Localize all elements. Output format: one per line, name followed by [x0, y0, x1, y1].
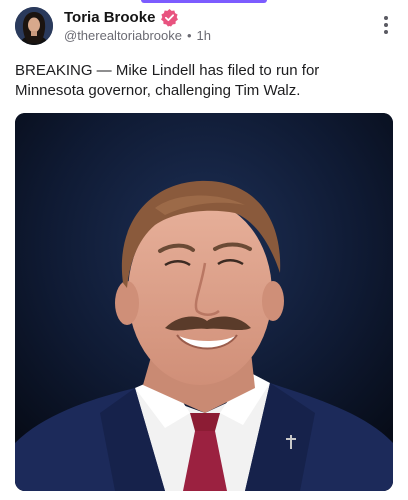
more-vertical-icon-dot: [384, 23, 388, 27]
post-image[interactable]: [15, 113, 393, 491]
author-avatar[interactable]: [15, 7, 53, 45]
author-name[interactable]: Toria Brooke: [64, 9, 155, 26]
post-text: BREAKING — Mike Lindell has filed to run…: [15, 62, 320, 99]
post-timestamp[interactable]: 1h: [197, 28, 211, 43]
verified-badge-icon: [160, 8, 179, 27]
post-header: Toria Brooke @therealtoriabrooke • 1h: [15, 7, 393, 47]
social-post: Toria Brooke @therealtoriabrooke • 1h BREA…: [0, 0, 408, 500]
author-handle[interactable]: @therealtoriabrooke: [64, 28, 182, 43]
more-vertical-icon: [384, 16, 388, 20]
more-options-button[interactable]: [379, 16, 393, 36]
post-meta: @therealtoriabrooke • 1h: [64, 28, 211, 43]
more-vertical-icon-dot: [384, 30, 388, 34]
meta-separator: •: [186, 28, 192, 43]
